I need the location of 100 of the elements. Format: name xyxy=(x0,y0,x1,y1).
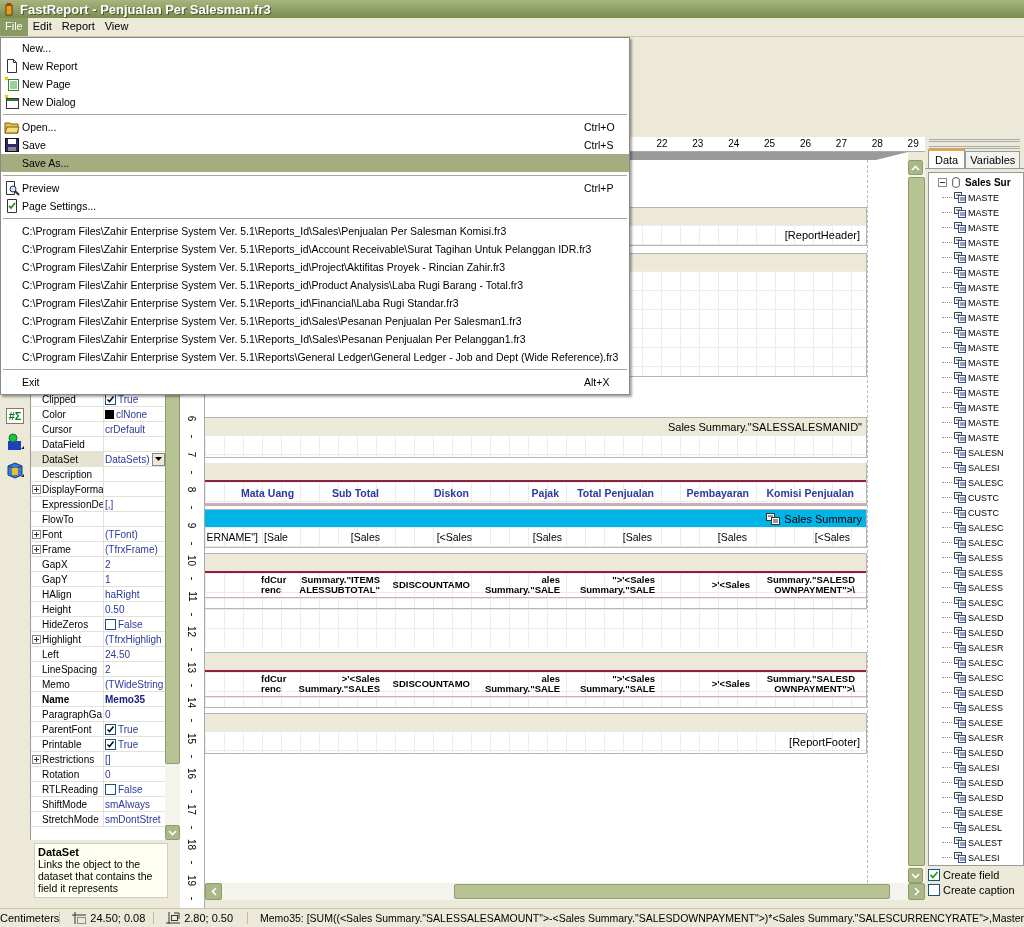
property-value[interactable]: Memo35 xyxy=(105,693,145,705)
tree-item[interactable]: MASTE xyxy=(968,372,999,383)
scroll-down-button[interactable] xyxy=(165,825,180,840)
property-value[interactable]: False xyxy=(118,783,143,795)
tree-item[interactable]: SALESD xyxy=(968,792,1004,803)
property-name[interactable]: HAlign xyxy=(31,587,104,601)
tree-item[interactable]: CUSTC xyxy=(968,507,999,518)
tree-item[interactable]: SALESD xyxy=(968,612,1004,623)
menu-item[interactable]: Save As... xyxy=(1,154,629,172)
property-value[interactable]: 0 xyxy=(105,708,111,720)
property-value[interactable]: True xyxy=(118,738,139,750)
tree-item[interactable]: SALESR xyxy=(968,642,1004,653)
property-name[interactable]: Printable xyxy=(31,737,104,751)
tree-item[interactable]: SALESD xyxy=(968,777,1004,788)
tree-item[interactable]: SALESI xyxy=(968,852,1000,863)
property-value[interactable]: clNone xyxy=(116,408,148,420)
property-value[interactable]: 0.50 xyxy=(105,603,125,615)
tree-item[interactable]: MASTE xyxy=(968,342,999,353)
property-name[interactable]: Cursor xyxy=(31,422,104,436)
tree-item[interactable]: SALESD xyxy=(968,747,1004,758)
tree-item[interactable]: SALESD xyxy=(968,687,1004,698)
property-name[interactable]: Left xyxy=(31,647,104,661)
property-name[interactable]: Rotation xyxy=(31,767,104,781)
property-value[interactable]: True xyxy=(118,393,139,405)
tree-item[interactable]: MASTE xyxy=(968,207,999,218)
tree-item[interactable]: SALESR xyxy=(968,732,1004,743)
scroll-left-button[interactable] xyxy=(205,883,222,900)
tree-item[interactable]: SALESE xyxy=(968,717,1004,728)
property-value[interactable]: 0 xyxy=(105,768,111,780)
dropdown-button[interactable] xyxy=(152,452,165,466)
menu-item[interactable]: C:\Program Files\Zahir Enterprise System Ver. 5.1\Reports_id\Financial\Laba Rugi Standar.fr3 xyxy=(1,294,629,312)
scroll-down-button[interactable] xyxy=(908,868,923,883)
property-value[interactable]: 24.50 xyxy=(105,648,131,660)
tree-item[interactable]: SALESS xyxy=(968,702,1004,713)
property-name[interactable]: ShiftMode xyxy=(31,797,104,811)
tree-item[interactable]: CUSTC xyxy=(968,492,999,503)
tree-item[interactable]: MASTE xyxy=(968,402,999,413)
tree-item[interactable]: MASTE xyxy=(968,297,999,308)
property-name[interactable]: Name xyxy=(31,692,104,706)
property-value[interactable]: haRight xyxy=(105,588,140,600)
checkbox[interactable] xyxy=(105,783,116,795)
checkbox[interactable] xyxy=(105,723,116,735)
property-value[interactable]: 2 xyxy=(105,558,111,570)
property-name[interactable]: Description xyxy=(31,467,104,481)
menu-item[interactable]: Report xyxy=(56,18,100,36)
tree-item[interactable]: SALESL xyxy=(968,822,1003,833)
aggregate-button[interactable]: #Σ xyxy=(5,408,25,424)
property-name[interactable]: Font xyxy=(31,527,104,541)
tab[interactable]: Data xyxy=(928,149,966,168)
property-value[interactable]: 2 xyxy=(105,663,111,675)
property-value[interactable]: False xyxy=(118,618,143,630)
tree-item[interactable]: MASTE xyxy=(968,357,999,368)
property-value[interactable]: smAlways xyxy=(105,798,150,810)
checkbox-label[interactable]: Create field xyxy=(943,868,1000,881)
tree-item[interactable]: SALESN xyxy=(968,447,1004,458)
property-name[interactable]: Frame xyxy=(31,542,104,556)
tree-item[interactable]: MASTE xyxy=(968,252,999,263)
property-value[interactable]: DataSets) xyxy=(105,453,150,465)
tree-item[interactable]: Sales Sur xyxy=(965,177,1011,188)
tree-item[interactable]: SALESC xyxy=(968,477,1004,488)
scroll-bar[interactable] xyxy=(205,883,925,900)
checkbox[interactable] xyxy=(105,738,116,750)
menu-item[interactable]: Preview Ctrl+P xyxy=(1,179,629,197)
tree-item[interactable]: SALESE xyxy=(968,807,1004,818)
property-name[interactable]: Memo xyxy=(31,677,104,691)
scroll-up-button[interactable] xyxy=(908,160,923,175)
tree-item[interactable]: SALESS xyxy=(968,552,1004,563)
property-value[interactable]: True xyxy=(118,723,139,735)
menu-item[interactable]: Exit Alt+X xyxy=(1,373,629,391)
menu-item[interactable]: C:\Program Files\Zahir Enterprise System Ver. 5.1\Reports\General Ledger\General Ledger - Job and Dept (Wide Reference).fr3 xyxy=(1,348,629,366)
menu-item[interactable]: C:\Program Files\Zahir Enterprise System Ver. 5.1\Reports_Id\Sales\Pesanan Penjualan Per Pelanggan1.fr3 xyxy=(1,330,629,348)
scroll-thumb[interactable] xyxy=(165,392,180,764)
tree-item[interactable]: SALESC xyxy=(968,522,1004,533)
checkbox[interactable] xyxy=(928,883,940,896)
scroll-thumb[interactable] xyxy=(454,884,890,899)
property-name[interactable]: DataSet xyxy=(31,452,104,466)
tree-item[interactable]: SALESC xyxy=(968,537,1004,548)
property-value[interactable]: (TWideString xyxy=(105,678,164,690)
property-name[interactable]: FlowTo xyxy=(31,512,104,526)
tab[interactable]: Variables xyxy=(965,151,1021,168)
property-name[interactable]: Height xyxy=(31,602,104,616)
tree-item[interactable]: SALESD xyxy=(968,627,1004,638)
property-name[interactable]: Color xyxy=(31,407,104,421)
property-value[interactable]: [,] xyxy=(105,498,114,510)
tree-item[interactable]: SALESC xyxy=(968,672,1004,683)
property-value[interactable]: (TfrxHighligh xyxy=(105,633,162,645)
menu-item[interactable]: Page Settings... xyxy=(1,197,629,215)
checkbox[interactable] xyxy=(105,618,116,630)
checkbox-label[interactable]: Create caption xyxy=(943,883,1015,896)
menu-item[interactable]: Open... Ctrl+O xyxy=(1,118,629,136)
tree-item[interactable]: MASTE xyxy=(968,417,999,428)
tree-item[interactable]: SALESS xyxy=(968,567,1004,578)
property-value[interactable]: (TfrxFrame) xyxy=(105,543,158,555)
menu-item[interactable]: C:\Program Files\Zahir Enterprise System Ver. 5.1\Reports_id\Sales\Pesanan Penjualan Per Salesman1.fr3 xyxy=(1,312,629,330)
property-name[interactable]: HideZeros xyxy=(31,617,104,631)
menu-item[interactable]: C:\Program Files\Zahir Enterprise System Ver. 5.1\Reports_id\Product Analysis\Laba Rugi Barang - Total.fr3 xyxy=(1,276,629,294)
tree-item[interactable]: SALESC xyxy=(968,657,1004,668)
tree-item[interactable]: MASTE xyxy=(968,222,999,233)
property-name[interactable]: GapY xyxy=(31,572,104,586)
collapse-icon[interactable] xyxy=(938,178,947,187)
